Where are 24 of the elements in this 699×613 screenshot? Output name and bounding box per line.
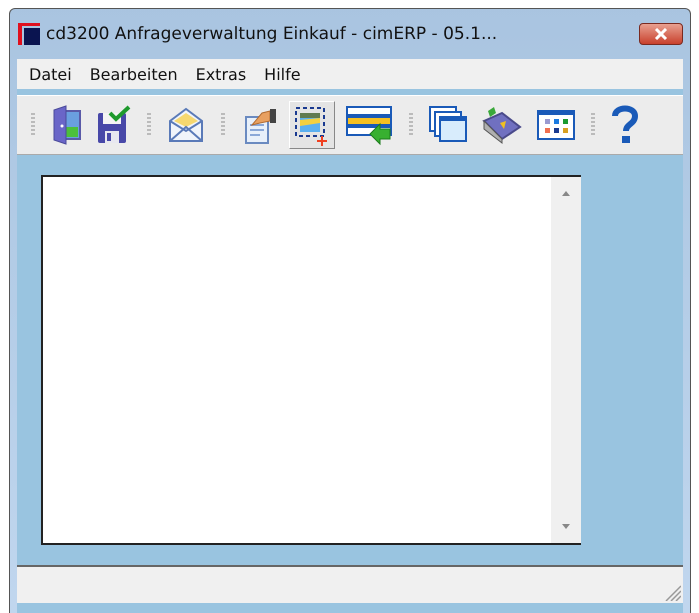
- floppy-check-icon: [96, 105, 132, 145]
- app-icon: [18, 23, 40, 45]
- help-icon: [610, 104, 640, 146]
- toolbar-grip[interactable]: [147, 113, 151, 137]
- toolbar-grip[interactable]: [31, 113, 35, 137]
- book-icon: [480, 105, 524, 145]
- window-title: cd3200 Anfrageverwaltung Einkauf - cimERP - 05.1...: [46, 24, 498, 44]
- close-icon: [653, 28, 669, 40]
- envelope-icon: [166, 105, 206, 145]
- toolbar-grip[interactable]: [409, 113, 413, 137]
- scrollbar[interactable]: [551, 177, 581, 543]
- menu-item[interactable]: Bearbeiten: [82, 64, 188, 84]
- windows-icon: [428, 105, 468, 145]
- menu-item[interactable]: Hilfe: [256, 64, 311, 84]
- list-arrow-icon: [344, 104, 394, 146]
- toolbar-grip[interactable]: [591, 113, 595, 137]
- resize-grip-icon[interactable]: [665, 585, 681, 601]
- scroll-up-icon[interactable]: [562, 191, 570, 196]
- scroll-down-icon[interactable]: [562, 524, 570, 529]
- close-button[interactable]: [639, 23, 683, 45]
- menu-item[interactable]: Extras: [188, 64, 256, 84]
- toolbar-grip[interactable]: [221, 113, 225, 137]
- menu-item[interactable]: Datei: [21, 64, 82, 84]
- toolbar-button[interactable]: [289, 101, 335, 149]
